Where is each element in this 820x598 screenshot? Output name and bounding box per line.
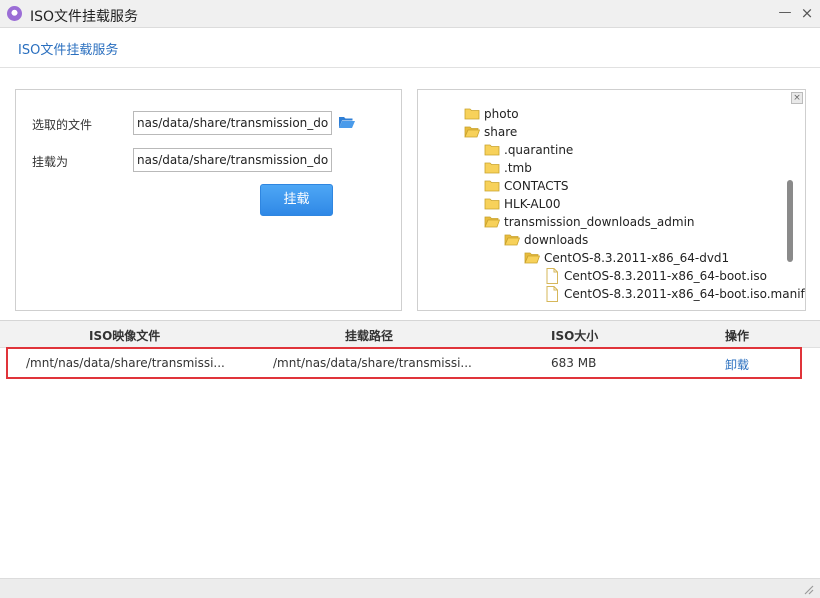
mount-button[interactable]: 挂载 — [260, 184, 333, 216]
folder-icon — [484, 160, 500, 176]
folder-open-icon — [524, 250, 541, 266]
window-title: ISO文件挂载服务 — [30, 9, 139, 25]
mount-as-input[interactable] — [133, 148, 332, 172]
close-icon[interactable]: × — [798, 4, 816, 22]
tree-item-label: share — [484, 125, 518, 139]
cell-mount-path: /mnt/nas/data/share/transmissi... — [273, 356, 472, 370]
tree-item-label: photo — [484, 107, 519, 121]
folder-icon — [484, 196, 500, 212]
table-row[interactable]: /mnt/nas/data/share/transmissi... /mnt/n… — [6, 347, 802, 379]
selected-file-label: 选取的文件 — [32, 118, 93, 132]
folder-icon — [464, 106, 480, 122]
file-icon — [544, 268, 560, 284]
cell-iso-file: /mnt/nas/data/share/transmissi... — [26, 356, 225, 370]
tree-item-label: downloads — [524, 233, 589, 247]
folder-open-icon[interactable] — [338, 114, 356, 130]
tree-item-label: CentOS-8.3.2011-x86_64-boot.iso.manif — [564, 287, 805, 301]
tree-item-label: .tmb — [504, 161, 532, 175]
folder-open-icon — [484, 214, 501, 230]
tree-item-label: CentOS-8.3.2011-x86_64-dvd1 — [544, 251, 730, 265]
column-header-path: 挂载路径 — [345, 329, 394, 343]
selected-file-input[interactable] — [133, 111, 332, 135]
unmount-link[interactable]: 卸载 — [725, 356, 749, 373]
mount-table: ISO映像文件 挂载路径 ISO大小 操作 /mnt/nas/data/shar… — [0, 320, 820, 578]
column-header-operation: 操作 — [725, 329, 750, 343]
status-bar — [0, 578, 820, 598]
folder-open-icon — [504, 232, 521, 248]
folder-icon — [484, 178, 500, 194]
cell-iso-size: 683 MB — [551, 356, 597, 370]
tree-item-label: HLK-AL00 — [504, 197, 561, 211]
mount-form-panel: 选取的文件 挂载为 挂载 — [15, 89, 402, 311]
folder-icon — [484, 142, 500, 158]
page-header: ISO文件挂载服务 — [0, 28, 820, 68]
title-bar: ISO文件挂载服务 — × — [0, 0, 820, 28]
mount-as-label: 挂载为 — [32, 155, 69, 169]
tree-item-label: transmission_downloads_admin — [504, 215, 695, 229]
file-icon — [544, 286, 560, 302]
tree-item-label: CentOS-8.3.2011-x86_64-boot.iso — [564, 269, 767, 283]
table-header: ISO映像文件 挂载路径 ISO大小 操作 — [0, 321, 820, 348]
tree-item-label: CONTACTS — [504, 179, 569, 193]
file-tree-panel: × photo share .quarantine .tmb CONTACTS … — [417, 89, 806, 311]
page-title: ISO文件挂载服务 — [18, 43, 119, 58]
column-header-iso: ISO映像文件 — [89, 329, 161, 343]
folder-open-icon — [464, 124, 481, 140]
tree-scrollbar-thumb[interactable] — [787, 180, 793, 262]
tree-item-label: .quarantine — [504, 143, 574, 157]
resize-grip-icon[interactable] — [802, 583, 814, 595]
column-header-size: ISO大小 — [551, 329, 599, 343]
minimize-icon[interactable]: — — [776, 4, 794, 22]
app-icon — [7, 6, 22, 21]
